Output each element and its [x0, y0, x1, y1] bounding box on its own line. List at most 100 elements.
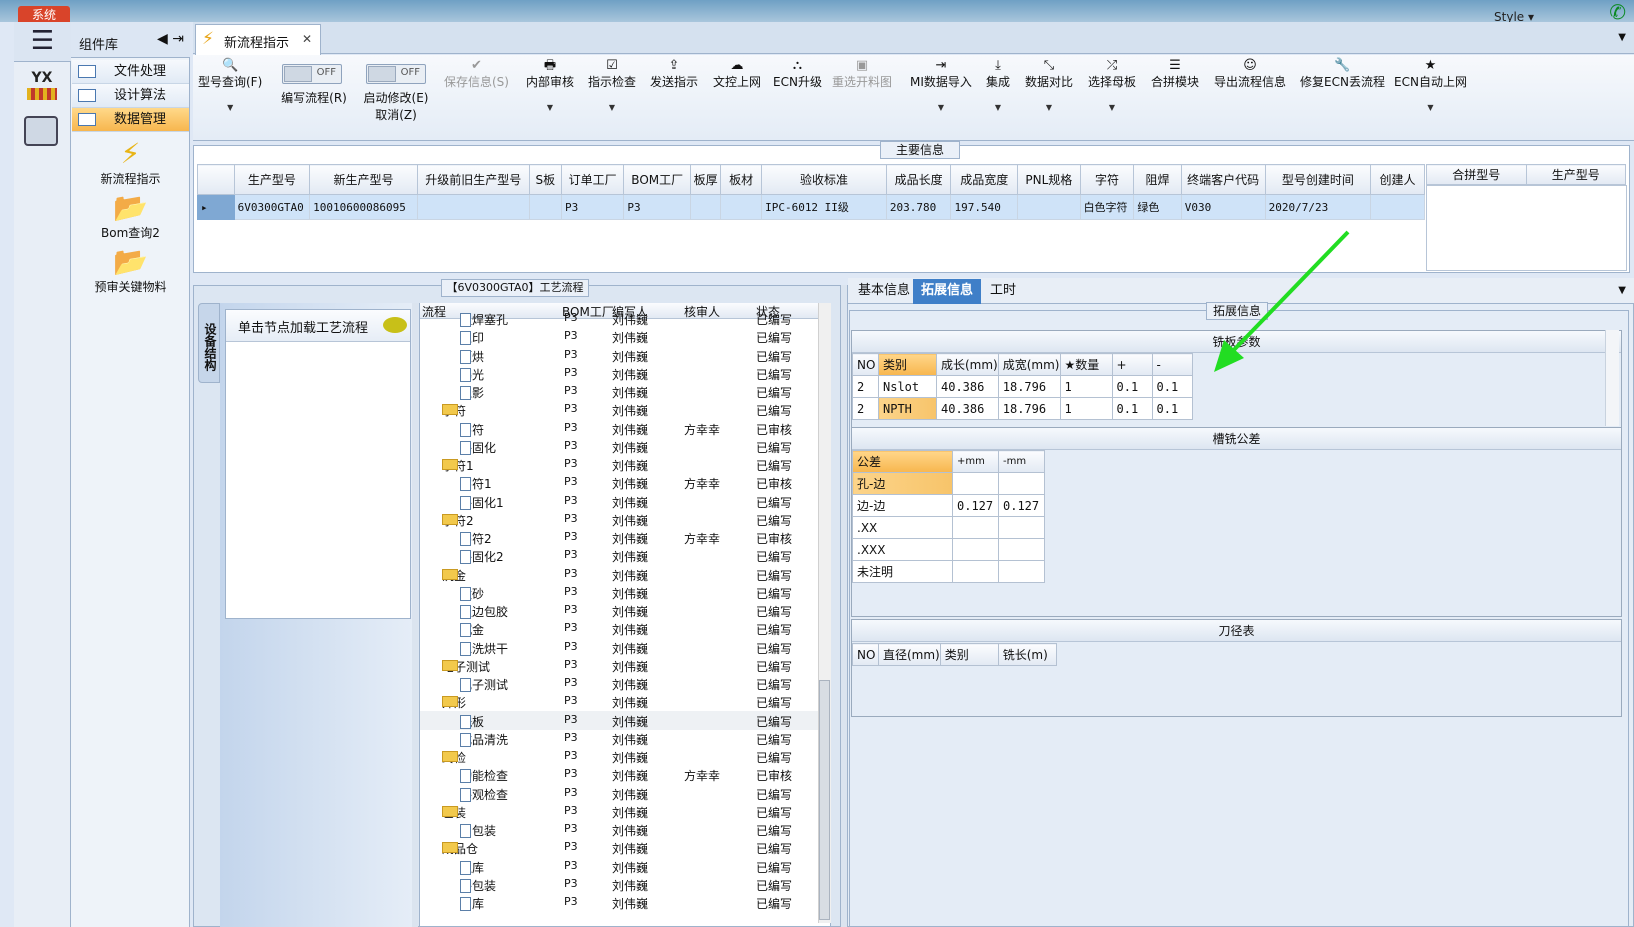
- column-header[interactable]: 板厚: [690, 164, 722, 195]
- chevron-down-icon[interactable]: ▼: [1618, 285, 1626, 296]
- table-cell[interactable]: 0.1: [1111, 375, 1153, 398]
- table-cell[interactable]: [528, 194, 562, 220]
- chevron-down-icon[interactable]: ▼: [1618, 32, 1626, 43]
- table-cell[interactable]: 孔-边: [852, 472, 953, 495]
- phone-icon[interactable]: ✆: [1609, 0, 1626, 24]
- splitter[interactable]: [412, 303, 418, 927]
- tree-row[interactable]: −字符1 P3 刘伟巍 已编写: [420, 455, 818, 474]
- tree-row[interactable]: 板边包胶 P3 刘伟巍 已编写: [420, 601, 818, 620]
- column-header[interactable]: 成品长度: [885, 164, 952, 195]
- tree-row[interactable]: 终固化1 P3 刘伟巍 已编写: [420, 492, 818, 511]
- tab-work-hours[interactable]: 工时: [982, 279, 1024, 304]
- column-header[interactable]: 类别: [878, 353, 937, 376]
- tree-node-label[interactable]: 字符1: [460, 475, 492, 492]
- merge-module-button[interactable]: ☰ 合拼模块: [1151, 58, 1199, 90]
- tree-node-label[interactable]: 曝光: [460, 366, 484, 383]
- table-cell[interactable]: 0.127: [998, 494, 1045, 517]
- tab-new-flow[interactable]: ⚡ 新流程指示 ✕: [195, 24, 321, 55]
- tab-extended-info[interactable]: 拓展信息: [913, 279, 982, 304]
- tree-node-label[interactable]: 丝印: [460, 329, 484, 346]
- table-row[interactable]: 2 Nslot 40.386 18.796 1 0.1 0.1: [852, 375, 1193, 398]
- table-cell[interactable]: 40.386: [936, 375, 999, 398]
- table-cell[interactable]: [690, 194, 722, 220]
- ecn-auto-button[interactable]: ★ ECN自动上网 ▼: [1394, 58, 1467, 116]
- column-header[interactable]: 直径(mm): [878, 643, 941, 666]
- table-cell[interactable]: P3: [560, 194, 625, 220]
- rerun-chart-button[interactable]: ▣ 重选开料图: [832, 58, 892, 90]
- send-instruction-button[interactable]: ⇪ 发送指示: [650, 58, 698, 90]
- table-row[interactable]: ▸ 6V0300GTA0 10010600086095 P3 P3 IPC-6012 II…: [197, 194, 1425, 220]
- column-header[interactable]: 生产型号: [233, 164, 311, 195]
- column-header[interactable]: 订单工厂: [560, 164, 625, 195]
- tree-row[interactable]: −包装 P3 刘伟巍 已编写: [420, 802, 818, 821]
- table-cell[interactable]: Nslot: [878, 375, 937, 398]
- table-cell[interactable]: .XXX: [852, 538, 953, 561]
- table-cell[interactable]: IPC-6012 II级: [761, 194, 887, 220]
- column-header[interactable]: -: [1151, 353, 1193, 376]
- library-item-algorithm[interactable]: 设计算法: [72, 84, 189, 108]
- table-cell[interactable]: 203.780: [885, 194, 952, 220]
- table-row[interactable]: .XXX: [852, 538, 1045, 561]
- table-cell[interactable]: 绿色: [1133, 194, 1182, 220]
- instruction-check-button[interactable]: ☑ 指示检查 ▼: [588, 58, 636, 116]
- tree-row[interactable]: −外形 P3 刘伟巍 已编写: [420, 692, 818, 711]
- tree-node-label[interactable]: −外形: [442, 694, 466, 711]
- table-cell[interactable]: 0.127: [952, 494, 999, 517]
- column-header[interactable]: PNL规格: [1017, 164, 1081, 195]
- tree-row[interactable]: 阻焊塞孔 P3 刘伟巍 已编写: [420, 309, 818, 328]
- column-header[interactable]: 板材: [720, 164, 763, 195]
- table-cell[interactable]: .XX: [852, 516, 953, 539]
- table-cell[interactable]: [998, 560, 1045, 583]
- tree-node-label[interactable]: 外包装: [460, 877, 496, 894]
- tree-node-label[interactable]: −字符2: [442, 512, 474, 529]
- tree-row[interactable]: 终固化 P3 刘伟巍 已编写: [420, 437, 818, 456]
- table-cell[interactable]: [998, 538, 1045, 561]
- column-header[interactable]: BOM工厂: [623, 164, 692, 195]
- tree-row[interactable]: 出库 P3 刘伟巍 已编写: [420, 893, 818, 912]
- column-header[interactable]: 创建人: [1370, 164, 1425, 195]
- column-header[interactable]: NO: [852, 353, 879, 376]
- tree-node-label[interactable]: 阻焊塞孔: [460, 311, 508, 328]
- tab-basic-info[interactable]: 基本信息: [850, 279, 918, 304]
- tree-node-label[interactable]: 成品清洗: [460, 731, 508, 748]
- tree-row[interactable]: 曝光 P3 刘伟巍 已编写: [420, 364, 818, 383]
- library-item-data[interactable]: 数据管理: [72, 108, 189, 132]
- tree-node-label[interactable]: −终检: [442, 749, 466, 766]
- table-cell[interactable]: [952, 472, 999, 495]
- tree-row[interactable]: −字符 P3 刘伟巍 已编写: [420, 400, 818, 419]
- table-cell[interactable]: 10010600086095: [309, 194, 418, 220]
- tree-node-label[interactable]: 喷砂: [460, 585, 484, 602]
- column-header[interactable]: 合拼型号: [1426, 164, 1527, 185]
- tool-bom-query[interactable]: 📂 Bom查询2: [72, 192, 189, 241]
- tree-row[interactable]: −沉金 P3 刘伟巍 已编写: [420, 565, 818, 584]
- table-cell[interactable]: 18.796: [997, 375, 1061, 398]
- tree-row[interactable]: 内包装 P3 刘伟巍 已编写: [420, 820, 818, 839]
- tree-row[interactable]: 功能检查 P3 刘伟巍 方幸幸 已审核: [420, 765, 818, 784]
- tree-row[interactable]: 显影 P3 刘伟巍 已编写: [420, 382, 818, 401]
- tree-node-label[interactable]: 终固化2: [460, 548, 504, 565]
- tree-node-label[interactable]: −成品仓: [442, 840, 478, 857]
- menu-icon[interactable]: ☰: [14, 22, 71, 62]
- tree-row[interactable]: 丝印 P3 刘伟巍 已编写: [420, 327, 818, 346]
- tree-row[interactable]: 终固化2 P3 刘伟巍 已编写: [420, 546, 818, 565]
- tree-row[interactable]: 水洗烘干 P3 刘伟巍 已编写: [420, 638, 818, 657]
- column-header[interactable]: 成宽(mm): [997, 353, 1061, 376]
- column-header[interactable]: +mm: [952, 450, 999, 473]
- table-cell[interactable]: 6V0300GTA0: [233, 194, 311, 220]
- calculator-icon[interactable]: [24, 116, 58, 146]
- tree-node-label[interactable]: −沉金: [442, 567, 466, 584]
- table-cell[interactable]: 2020/7/23: [1264, 194, 1372, 220]
- tree-row[interactable]: 沉金 P3 刘伟巍 已编写: [420, 619, 818, 638]
- table-row[interactable]: .XX: [852, 516, 1045, 539]
- tree-node-label[interactable]: 铣板: [460, 713, 484, 730]
- internal-review-button[interactable]: 🖶 内部审核 ▼: [526, 58, 574, 116]
- tree-node-label[interactable]: 内包装: [460, 822, 496, 839]
- table-cell[interactable]: 40.386: [936, 397, 999, 420]
- tree-node-label[interactable]: 电子测试: [460, 676, 508, 693]
- table-cell[interactable]: 1: [1059, 397, 1113, 420]
- column-header[interactable]: 生产型号: [1525, 164, 1626, 185]
- table-cell[interactable]: 1: [1059, 375, 1113, 398]
- table-row[interactable]: 2 NPTH 40.386 18.796 1 0.1 0.1: [852, 397, 1193, 420]
- tree-row[interactable]: 字符 P3 刘伟巍 方幸幸 已审核: [420, 419, 818, 438]
- column-header[interactable]: 类别: [939, 643, 999, 666]
